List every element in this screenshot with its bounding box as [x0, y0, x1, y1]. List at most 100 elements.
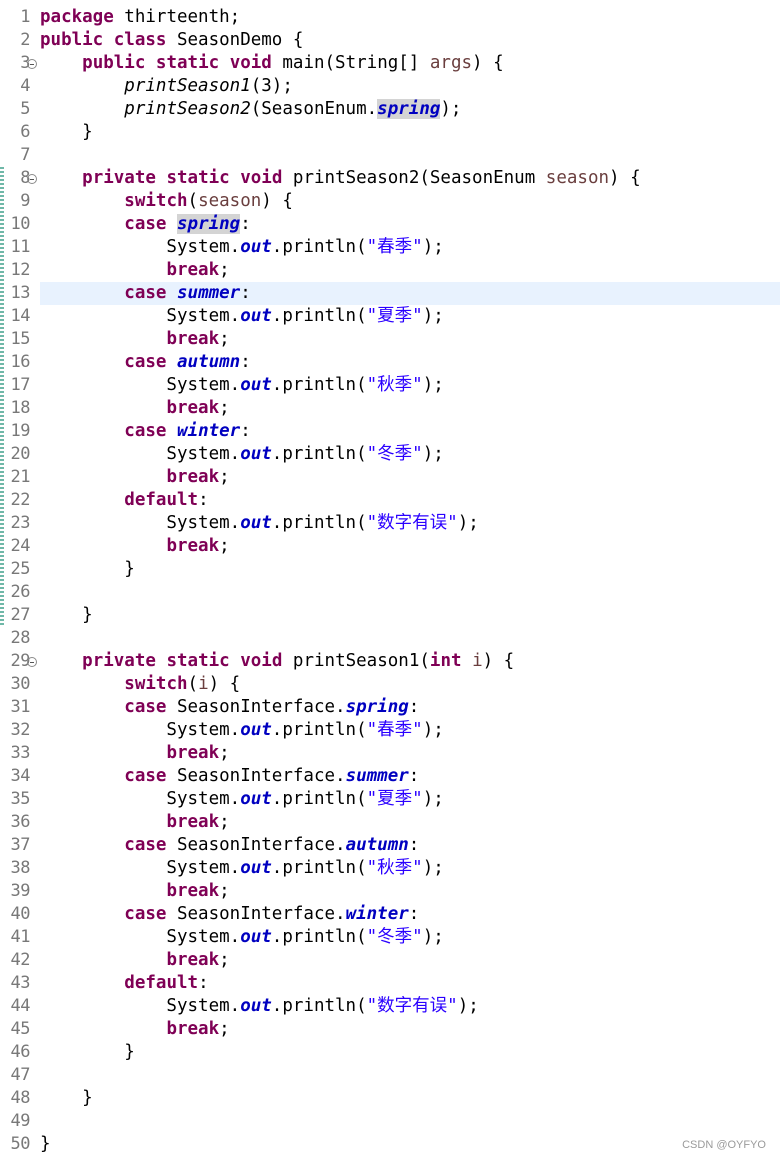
code-token: .println(	[271, 513, 367, 533]
code-line[interactable]: 32 System.out.println("春季");	[0, 719, 780, 742]
code-token: spring	[377, 99, 441, 119]
line-number: 2	[20, 30, 30, 50]
code-token: out	[240, 927, 272, 947]
line-number: 49	[10, 1111, 31, 1131]
code-line[interactable]: 50}	[0, 1133, 780, 1156]
code-line[interactable]: 2 public class SeasonDemo {	[0, 29, 780, 52]
code-token: ;	[219, 881, 230, 901]
code-line[interactable]: 11 System.out.println("春季");	[0, 236, 780, 259]
code-line[interactable]: 40 case SeasonInterface.winter:	[0, 903, 780, 926]
code-token: }	[40, 122, 93, 142]
code-line[interactable]: 34 case SeasonInterface.summer:	[0, 765, 780, 788]
line-number: 18	[10, 398, 31, 418]
code-line[interactable]: 22 default:	[0, 489, 780, 512]
code-line[interactable]: 28	[0, 627, 780, 650]
code-token: private	[82, 168, 156, 188]
code-token: season	[545, 168, 610, 188]
code-line[interactable]: 47	[0, 1064, 780, 1087]
code-text: break;	[40, 1018, 229, 1041]
code-token: void	[240, 651, 283, 671]
code-token: printSeason1(	[282, 651, 430, 671]
code-line[interactable]: 27 }	[0, 604, 780, 627]
code-line[interactable]: 18 break;	[0, 397, 780, 420]
code-token: public	[40, 30, 104, 50]
code-line[interactable]: 16 case autumn:	[0, 351, 780, 374]
line-number: 11	[10, 237, 31, 257]
code-token: }	[40, 1042, 135, 1062]
code-line[interactable]: 13 case summer:	[0, 282, 780, 305]
code-line[interactable]: 30 switch(i) {	[0, 673, 780, 696]
code-line[interactable]: 20 System.out.println("冬季");	[0, 443, 780, 466]
code-line[interactable]: 26	[0, 581, 780, 604]
code-token: break	[166, 950, 220, 970]
line-number: 34	[10, 766, 31, 786]
code-text: break;	[40, 259, 229, 282]
code-token: );	[422, 927, 444, 947]
code-line[interactable]: 9 switch(season) {	[0, 190, 780, 213]
code-line[interactable]: 25 }	[0, 558, 780, 581]
code-token: .println(	[271, 720, 367, 740]
code-line[interactable]: 37 case SeasonInterface.autumn:	[0, 834, 780, 857]
code-token: autumn	[345, 835, 409, 855]
code-line[interactable]: 49	[0, 1110, 780, 1133]
line-number: 17	[10, 375, 31, 395]
code-line[interactable]: 45 break;	[0, 1018, 780, 1041]
code-line[interactable]: 29 private static void printSeason1(int …	[0, 650, 780, 673]
code-line[interactable]: 12 break;	[0, 259, 780, 282]
code-line[interactable]: 43 default:	[0, 972, 780, 995]
code-text: break;	[40, 880, 230, 903]
code-token: "冬季"	[366, 927, 423, 947]
fold-collapse-icon[interactable]	[27, 174, 37, 184]
line-number: 25	[10, 559, 31, 579]
code-line[interactable]: 31 case SeasonInterface.spring:	[0, 696, 780, 719]
code-line[interactable]: 10 case spring:	[0, 213, 780, 236]
code-line[interactable]: 14 System.out.println("夏季");	[0, 305, 780, 328]
line-number: 23	[10, 513, 31, 533]
code-line[interactable]: 3 public static void main(String[] args)…	[0, 52, 780, 75]
code-line[interactable]: 17 System.out.println("秋季");	[0, 374, 780, 397]
code-line[interactable]: 41 System.out.println("冬季");	[0, 926, 780, 949]
code-token: System.	[40, 444, 241, 464]
code-line[interactable]: 36 break;	[0, 811, 780, 834]
code-line[interactable]: 48 }	[0, 1087, 780, 1110]
code-token: );	[422, 306, 444, 326]
code-text: System.out.println("夏季");	[40, 788, 443, 811]
fold-collapse-icon[interactable]	[27, 59, 37, 69]
code-line[interactable]: 15 break;	[0, 328, 780, 351]
code-token: "数字有误"	[366, 996, 458, 1016]
fold-collapse-icon[interactable]	[27, 657, 37, 667]
code-line[interactable]: 21 break;	[0, 466, 780, 489]
code-line[interactable]: 6 }	[0, 121, 780, 144]
code-line[interactable]: 1 package thirteenth;	[0, 6, 780, 29]
code-line[interactable]: 46 }	[0, 1041, 780, 1064]
code-line[interactable]: 35 System.out.println("夏季");	[0, 788, 780, 811]
line-number: 42	[10, 950, 31, 970]
code-line[interactable]: 33 break;	[0, 742, 780, 765]
code-text: case autumn:	[40, 351, 250, 374]
code-line[interactable]: 19 case winter:	[0, 420, 780, 443]
code-line[interactable]: 44 System.out.println("数字有误");	[0, 995, 780, 1018]
code-editor[interactable]: 1 package thirteenth; 2 public class Season…	[0, 0, 780, 1159]
code-token: void	[229, 53, 272, 73]
line-number: 12	[10, 260, 31, 280]
code-line[interactable]: 39 break;	[0, 880, 780, 903]
code-line[interactable]: 42 break;	[0, 949, 780, 972]
code-text: case spring:	[40, 213, 251, 236]
code-token: switch	[124, 674, 188, 694]
code-line[interactable]: 24 break;	[0, 535, 780, 558]
code-line[interactable]: 8 private static void printSeason2(Seaso…	[0, 167, 780, 190]
code-text: default:	[40, 972, 208, 995]
code-token: ;	[219, 467, 230, 487]
code-text: System.out.println("冬季");	[40, 926, 444, 949]
code-line[interactable]: 5 printSeason2(SeasonEnum.spring);	[0, 98, 780, 121]
code-line[interactable]: 4 printSeason1(3);	[0, 75, 780, 98]
code-line[interactable]: 38 System.out.println("秋季");	[0, 857, 780, 880]
code-line[interactable]: 7	[0, 144, 780, 167]
code-token: System.	[40, 927, 241, 947]
code-line[interactable]: 23 System.out.println("数字有误");	[0, 512, 780, 535]
